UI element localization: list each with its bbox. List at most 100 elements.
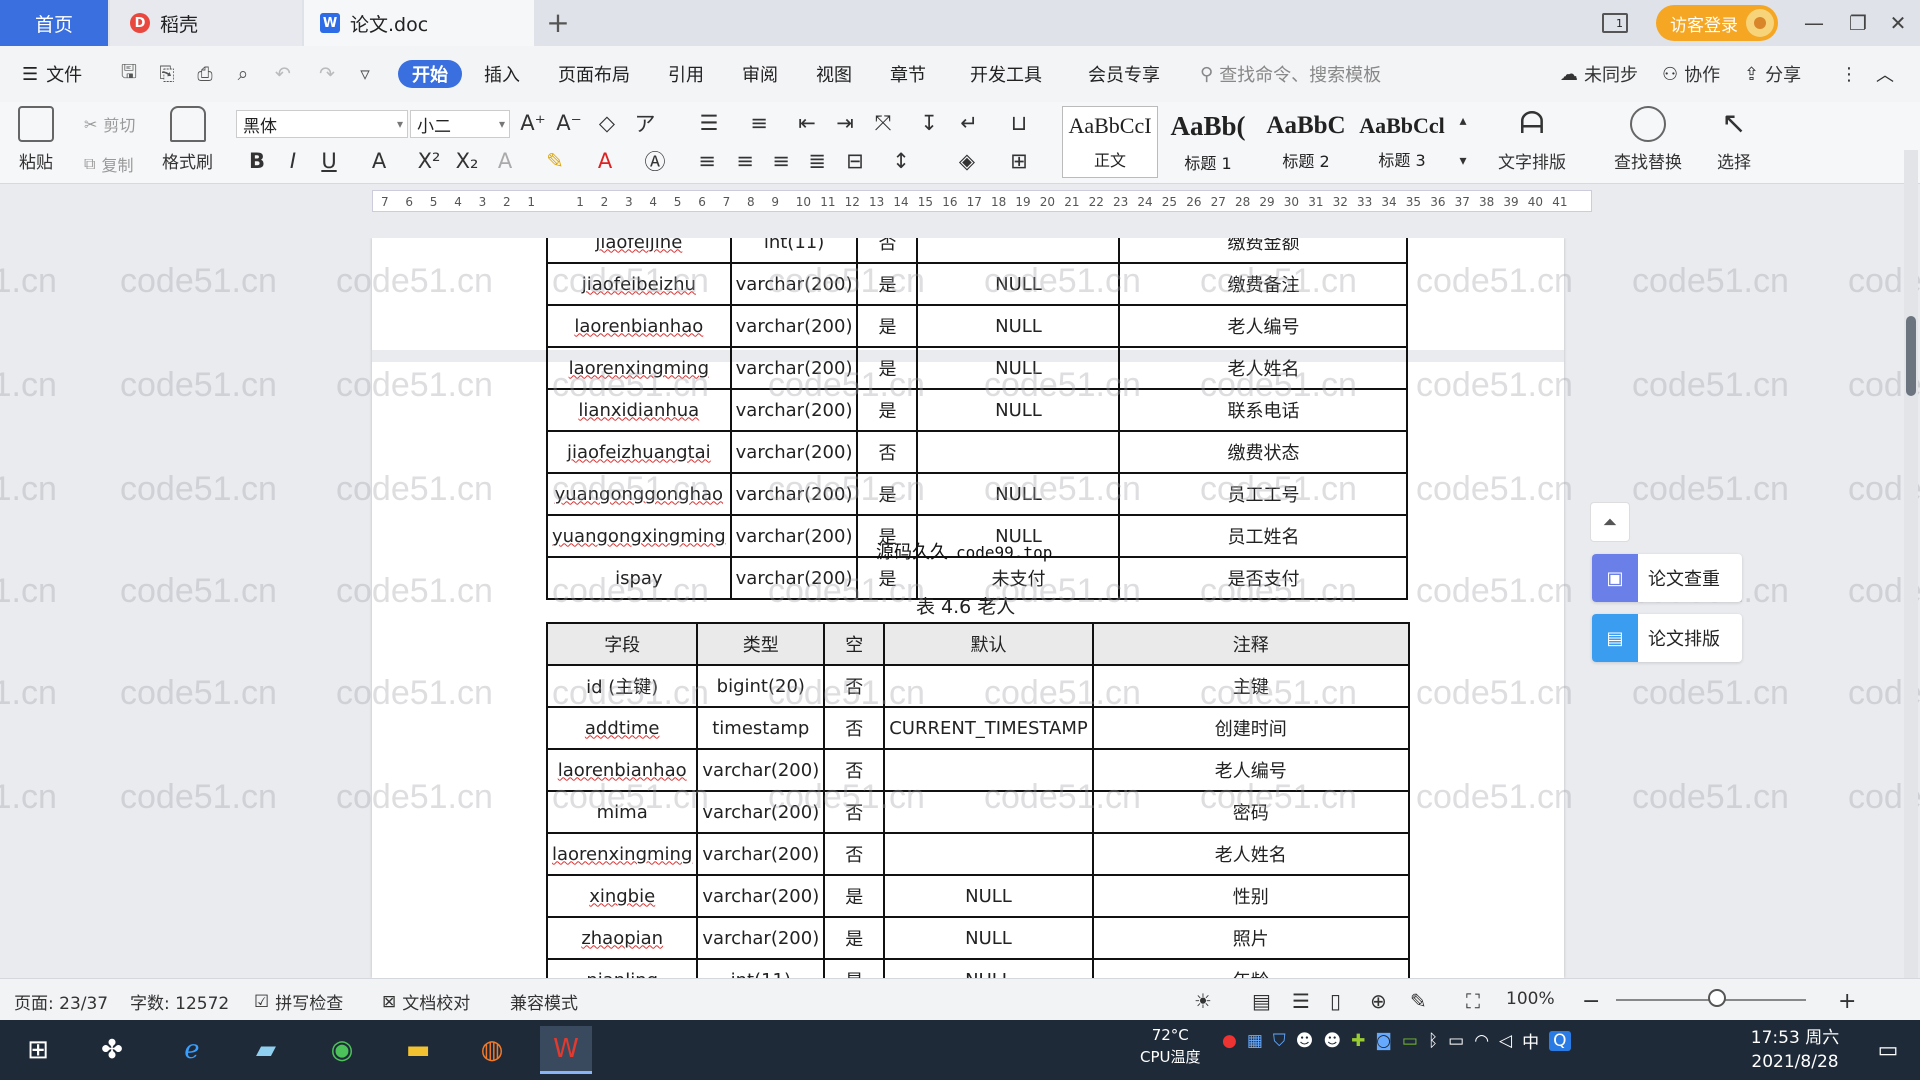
table-cell[interactable]: 员工工号 [1118, 472, 1409, 516]
table-cell[interactable]: varchar(200) [696, 874, 826, 918]
table-cell[interactable]: int(11) [696, 958, 826, 978]
table-cell[interactable]: varchar(200) [696, 790, 826, 834]
strikethrough-icon[interactable]: A [364, 146, 394, 176]
table-cell[interactable]: varchar(200) [729, 556, 859, 600]
pinwheel-app-icon[interactable]: ✤ [86, 1026, 138, 1074]
table-cell[interactable]: 是 [823, 874, 886, 918]
table-cell[interactable]: 老人姓名 [1091, 832, 1410, 876]
minimize-button[interactable]: — [1792, 0, 1836, 46]
table-cell[interactable]: varchar(200) [729, 346, 859, 390]
table-cell[interactable]: NULL [883, 958, 1094, 978]
collapse-ribbon-icon[interactable]: ︿ [1876, 60, 1894, 88]
command-search[interactable]: ⚲ 查找命令、搜索模板 [1200, 60, 1381, 88]
menu-insert[interactable]: 插入 [484, 60, 520, 88]
menu-chapter[interactable]: 章节 [890, 60, 926, 88]
font-size-select[interactable]: 小二 [410, 110, 510, 138]
table-cell[interactable]: 是 [856, 304, 919, 348]
table-cell[interactable]: 是 [823, 916, 886, 960]
fox-app-icon[interactable]: ◍ [466, 1026, 518, 1074]
style-heading-1[interactable]: AaBb( 标题 1 [1160, 106, 1256, 178]
grow-font-icon[interactable]: A⁺ [518, 108, 548, 138]
find-replace-button[interactable]: 查找替换 [1614, 106, 1682, 173]
chinese-layout-icon[interactable]: ⤧ [868, 108, 898, 138]
table-cell[interactable]: varchar(200) [729, 388, 859, 432]
windows-start-icon[interactable]: ⊞ [12, 1026, 64, 1074]
table-cell[interactable]: 否 [823, 790, 886, 834]
table-cell[interactable]: bigint(20) [696, 664, 826, 708]
superscript-icon[interactable]: X² [414, 146, 444, 176]
page-counter[interactable]: 页面: 23/37 [14, 989, 108, 1014]
file-explorer-icon[interactable]: ▬ [392, 1026, 444, 1074]
battery-icon[interactable]: ▭ [1448, 1031, 1464, 1051]
zoom-level[interactable]: 100% [1506, 989, 1555, 1009]
styles-more-icon[interactable]: ▾ [1448, 146, 1478, 176]
zoom-in-icon[interactable]: + [1838, 989, 1856, 1014]
italic-icon[interactable]: I [278, 146, 308, 176]
table-cell[interactable]: 老人编号 [1091, 748, 1410, 792]
bold-icon[interactable]: B [242, 146, 272, 176]
style-body[interactable]: AaBbCcI 正文 [1062, 106, 1158, 178]
table-cell[interactable]: timestamp [696, 706, 826, 750]
style-heading-3[interactable]: AaBbCcl 标题 3 [1354, 106, 1450, 178]
tab-stops-icon[interactable]: ⊔ [1004, 108, 1034, 138]
doc-proof-button[interactable]: ⊠ 文档校对 [382, 989, 470, 1015]
close-button[interactable]: ✕ [1876, 0, 1920, 46]
eye-protection-icon[interactable]: ☀ [1194, 989, 1212, 1013]
menu-view[interactable]: 视图 [816, 60, 852, 88]
web-view-icon[interactable]: ⊕ [1370, 989, 1387, 1013]
print-preview-icon[interactable]: ⌕ [230, 62, 256, 86]
table-cell[interactable]: addtime [545, 706, 699, 750]
table-cell[interactable]: 否 [823, 706, 886, 750]
table-cell[interactable]: 否 [856, 238, 919, 264]
table-cell[interactable]: ispay [546, 556, 732, 600]
table-cell[interactable]: jiaofeibeizhu [546, 262, 732, 306]
table-cell[interactable]: laorenxingming [545, 832, 699, 876]
table-cell[interactable]: NULL [916, 346, 1121, 390]
tray-app-icon[interactable]: ● [1222, 1031, 1237, 1051]
table-cell[interactable]: 类型 [696, 622, 826, 666]
table-cell[interactable]: 联系电话 [1118, 388, 1409, 432]
shrink-font-icon[interactable]: A⁻ [554, 108, 584, 138]
green-app-icon[interactable]: ◉ [316, 1026, 368, 1074]
table-cell[interactable]: laorenbianhao [546, 304, 732, 348]
zoom-out-icon[interactable]: − [1582, 989, 1600, 1014]
horizontal-ruler[interactable]: 7 6 5 4 3 2 1 1 2 3 4 5 6 7 8 9 10 11 12 13 14 15 16 17 18 19 20 21… [0, 184, 1920, 238]
visitor-login-button[interactable]: 访客登录 [1656, 5, 1778, 41]
tab-home[interactable]: 首页 [0, 0, 108, 46]
cut-button[interactable]: ✂ 剪切 [84, 112, 135, 136]
tray-plus-icon[interactable]: ✚ [1351, 1031, 1365, 1051]
table-cell[interactable]: 是 [856, 262, 919, 306]
wifi-icon[interactable]: ◠ [1474, 1031, 1489, 1051]
table-cell[interactable] [883, 748, 1094, 792]
tab-document[interactable]: W 论文.doc [304, 0, 534, 46]
table-cell[interactable]: 是 [856, 472, 919, 516]
ime-indicator[interactable]: 中 [1522, 1028, 1539, 1053]
text-effect-icon[interactable]: A [490, 146, 520, 176]
table-cell[interactable]: varchar(200) [696, 832, 826, 876]
table-cell[interactable]: CURRENT_TIMESTAMP [883, 706, 1094, 750]
fit-page-icon[interactable]: ⛶ [1466, 989, 1480, 1013]
menu-start[interactable]: 开始 [398, 60, 462, 88]
menu-review[interactable]: 审阅 [742, 60, 778, 88]
copy-button[interactable]: ⧉ 复制 [84, 152, 133, 176]
select-button[interactable]: ↖ 选择 [1716, 106, 1752, 173]
table-cell[interactable]: int(11) [729, 238, 859, 264]
wps-writer-icon[interactable]: W [540, 1026, 592, 1074]
table-cell[interactable]: 缴费状态 [1118, 430, 1409, 474]
justify-icon[interactable]: ≣ [802, 146, 832, 176]
subscript-icon[interactable]: X₂ [452, 146, 482, 176]
table-cell[interactable]: lianxidianhua [546, 388, 732, 432]
table-cell[interactable]: 老人编号 [1118, 304, 1409, 348]
borders-icon[interactable]: ⊞ [1004, 146, 1034, 176]
line-spacing-icon[interactable]: ↕ [886, 146, 916, 176]
volume-icon[interactable]: ◁ [1499, 1031, 1512, 1051]
font-color-icon[interactable]: A [590, 146, 620, 176]
document-canvas[interactable]: jiaofeijine int(11) 否缴费金额 jiaofeibeizhu varc… [0, 238, 1920, 978]
paste-button[interactable]: 粘贴 [18, 106, 54, 173]
tray-shield-icon[interactable]: ⛉ [1273, 1031, 1286, 1051]
save-icon[interactable]: 🖫 [116, 61, 142, 86]
table-cell[interactable]: 否 [823, 748, 886, 792]
style-heading-2[interactable]: AaBbC 标题 2 [1258, 106, 1354, 178]
sort-icon[interactable]: ↧ [914, 108, 944, 138]
side-collapse-button[interactable]: ⏶ [1590, 502, 1630, 542]
